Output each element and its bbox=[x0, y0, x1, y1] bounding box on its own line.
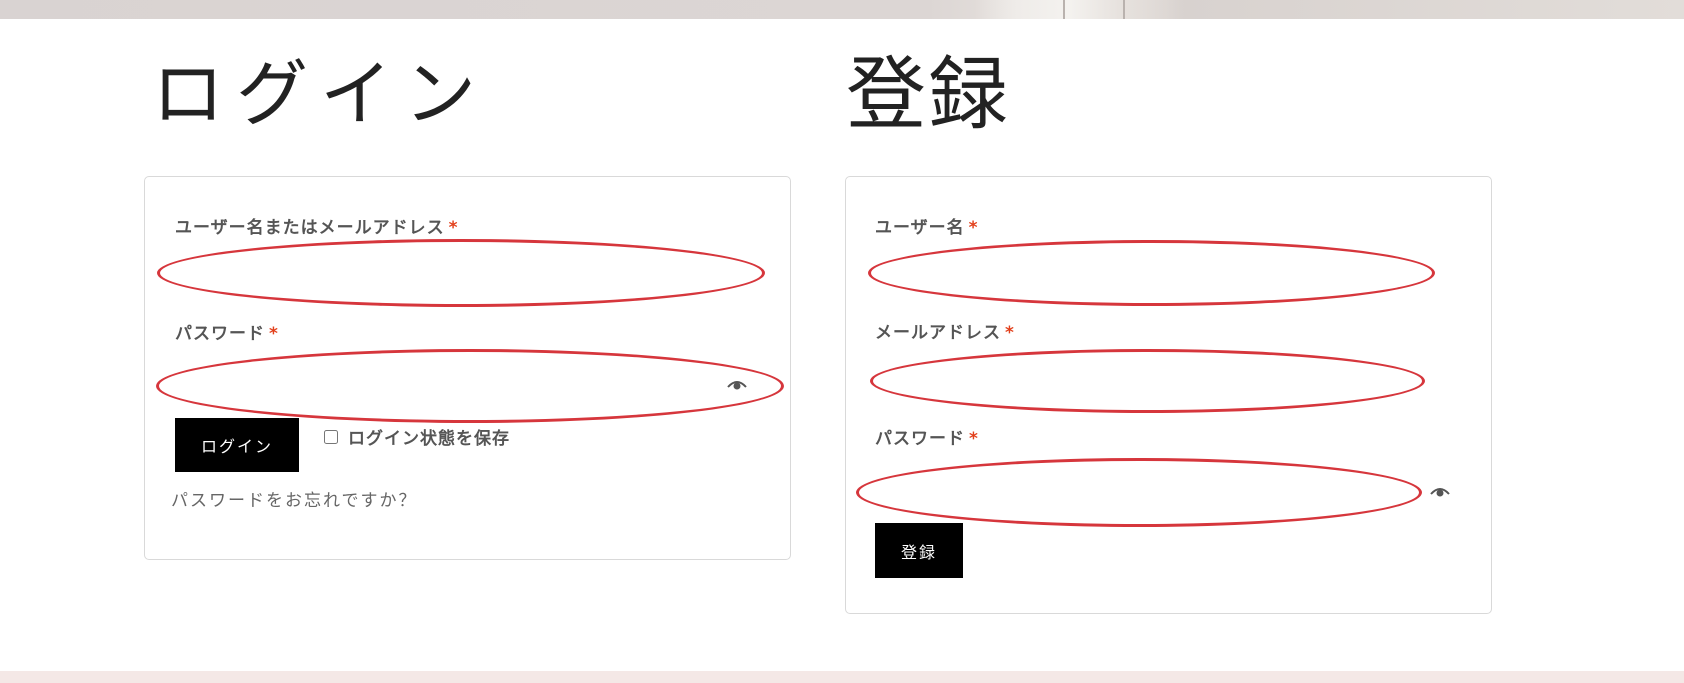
login-username-label: ユーザー名またはメールアドレス * bbox=[175, 213, 459, 238]
hero-figure bbox=[975, 0, 1185, 19]
login-heading: ログイン bbox=[152, 52, 489, 136]
register-password-input[interactable] bbox=[856, 458, 1422, 527]
show-password-eye-icon[interactable] bbox=[727, 376, 747, 390]
forgot-password-link[interactable]: パスワードをお忘れですか？ bbox=[171, 486, 418, 511]
login-submit-button[interactable]: ログイン bbox=[175, 418, 299, 472]
login-form: ユーザー名またはメールアドレス * パスワード * ログイン ログイン状態を保存 パ… bbox=[144, 176, 791, 560]
remember-me-label: ログイン状態を保存 bbox=[348, 429, 510, 449]
hero-fold-line bbox=[1123, 0, 1125, 19]
required-asterisk: * bbox=[269, 324, 279, 344]
login-username-input[interactable] bbox=[157, 239, 765, 307]
login-username-label-text: ユーザー名またはメールアドレス bbox=[175, 218, 445, 238]
required-asterisk: * bbox=[969, 429, 979, 449]
hero-banner-image bbox=[0, 0, 1684, 19]
register-username-label: ユーザー名 * bbox=[875, 213, 979, 238]
register-password-label: パスワード * bbox=[875, 424, 979, 449]
required-asterisk: * bbox=[1005, 323, 1015, 343]
required-asterisk: * bbox=[448, 218, 459, 238]
remember-me[interactable]: ログイン状態を保存 bbox=[324, 424, 510, 449]
footer-band bbox=[0, 671, 1684, 683]
register-password-label-text: パスワード bbox=[875, 429, 965, 449]
register-form: ユーザー名 * メールアドレス * パスワード * 登録 bbox=[845, 176, 1492, 614]
login-password-label-text: パスワード bbox=[175, 324, 265, 344]
hero-fold-line bbox=[1063, 0, 1065, 19]
register-email-label-text: メールアドレス bbox=[875, 323, 1001, 343]
register-email-input[interactable] bbox=[870, 349, 1425, 413]
required-asterisk: * bbox=[968, 218, 979, 238]
register-submit-button[interactable]: 登録 bbox=[875, 523, 963, 578]
remember-me-checkbox[interactable] bbox=[324, 429, 338, 444]
register-email-label: メールアドレス * bbox=[875, 318, 1015, 343]
show-password-eye-icon[interactable] bbox=[1430, 483, 1450, 497]
login-password-label: パスワード * bbox=[175, 319, 279, 344]
register-username-input[interactable] bbox=[868, 240, 1435, 306]
register-heading: 登録 bbox=[846, 48, 1010, 141]
register-username-label-text: ユーザー名 bbox=[875, 218, 965, 238]
login-password-input[interactable] bbox=[156, 349, 784, 423]
